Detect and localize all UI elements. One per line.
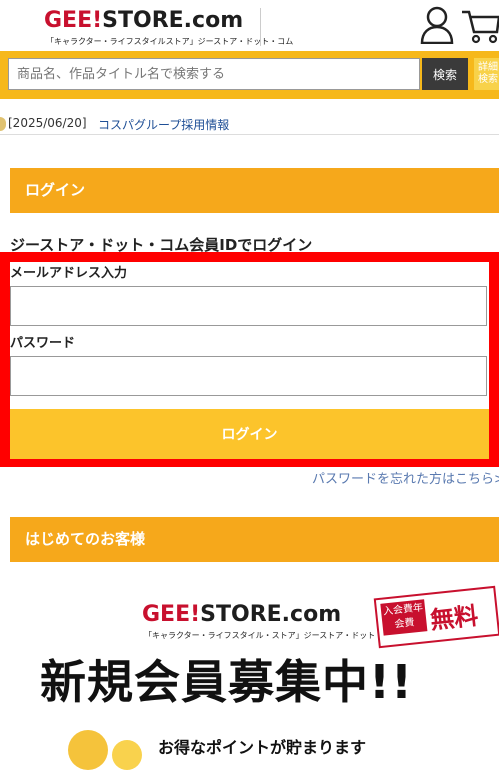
search-button[interactable]: 検索	[422, 58, 468, 90]
banner-logo: GEE!STORE.com	[142, 602, 342, 627]
free-badge: 入会費年会費 無料	[373, 585, 499, 649]
password-field[interactable]	[10, 356, 487, 396]
login-button[interactable]: ログイン	[10, 409, 489, 459]
login-section-heading: ログイン	[10, 168, 499, 213]
news-bullet-icon	[0, 117, 6, 131]
forgot-password-link[interactable]: パスワードを忘れた方はこちら>	[312, 468, 499, 487]
banner-headline: 新規会員募集中!!	[40, 655, 413, 709]
coin-icon	[68, 730, 108, 770]
email-label: メールアドレス入力	[10, 266, 128, 281]
badge-fee-label: 入会費年会費	[380, 599, 428, 636]
divider	[0, 134, 499, 135]
banner-points-text: お得なポイントが貯まります	[158, 738, 367, 757]
member-recruit-banner[interactable]: GEE!STORE.com 「キャラクター・ライフスタイル・ストア」ジーストア・…	[0, 585, 499, 770]
password-label: パスワード	[10, 336, 76, 351]
badge-free-label: 無料	[428, 601, 480, 635]
coin-icon	[112, 740, 142, 770]
search-input[interactable]	[8, 58, 420, 90]
news-link[interactable]: コスパグループ採用情報	[98, 116, 229, 133]
news-ticker: [2025/06/20] コスパグループ採用情報	[0, 114, 499, 134]
cart-icon[interactable]	[461, 8, 499, 44]
banner-logo-subtitle: 「キャラクター・ライフスタイル・ストア」ジーストア・ドット・コム	[144, 631, 400, 640]
logo-text: GEE!STORE.com	[44, 8, 244, 33]
advanced-search-button[interactable]: 詳細検索	[474, 58, 499, 90]
email-field[interactable]	[10, 286, 487, 326]
site-logo[interactable]: GEE!STORE.com 「キャラクター・ライフスタイルストア」ジーストア・ド…	[44, 8, 293, 46]
news-date: [2025/06/20]	[8, 116, 87, 130]
first-time-section-heading: はじめてのお客様	[10, 517, 499, 562]
logo-subtitle: 「キャラクター・ライフスタイルストア」ジーストア・ドット・コム	[46, 37, 294, 46]
user-account-icon[interactable]	[419, 6, 455, 44]
